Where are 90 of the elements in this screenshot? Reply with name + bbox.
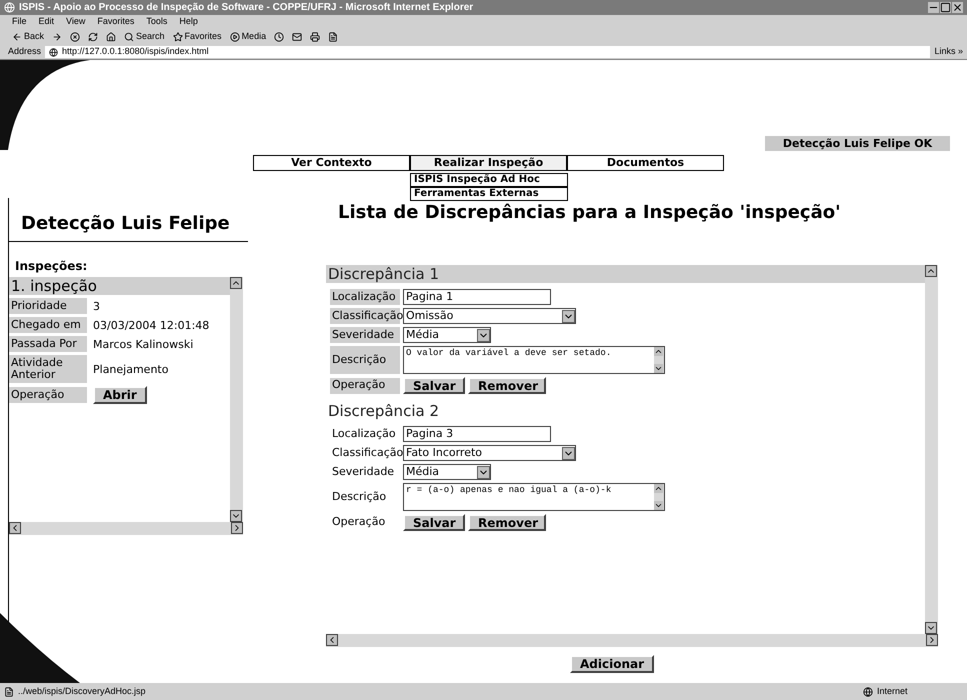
nav-menu-item[interactable]: Realizar Inspeção xyxy=(410,155,567,171)
remove-button[interactable]: Remover xyxy=(468,514,546,531)
scroll-up-icon[interactable] xyxy=(654,484,663,493)
scroll-up-icon[interactable] xyxy=(654,347,663,356)
scroll-up-icon[interactable] xyxy=(230,277,242,289)
page-icon xyxy=(4,686,14,696)
scroll-down-icon[interactable] xyxy=(654,501,663,510)
page-title: Lista de Discrepâncias para a Inspeção 'inspeção' xyxy=(338,201,842,225)
search-button[interactable]: Search xyxy=(124,30,165,44)
menu-item[interactable]: Favorites xyxy=(97,15,134,29)
dropdown[interactable]: Omissão xyxy=(403,308,576,324)
links-button[interactable]: Links » xyxy=(934,45,963,59)
vertical-scrollbar[interactable] xyxy=(925,265,938,634)
inspection-header: 1. inspeção xyxy=(9,277,230,295)
submenu-item[interactable]: Ferramentas Externas xyxy=(410,187,568,201)
dropdown[interactable]: Média xyxy=(403,464,491,480)
scroll-left-icon[interactable] xyxy=(9,522,21,534)
globe-icon xyxy=(863,686,873,696)
menu-item[interactable]: View xyxy=(66,15,86,29)
remove-button[interactable]: Remover xyxy=(468,377,546,394)
discrepancy-header: Discrepância 1 xyxy=(326,265,925,283)
zone-label: Internet xyxy=(877,684,908,698)
description-field[interactable]: r = (a-o) apenas e nao igual a (a-o)-k xyxy=(403,483,665,511)
add-button[interactable]: Adicionar xyxy=(570,655,654,673)
menu-item[interactable]: Help xyxy=(179,15,198,29)
globe-icon xyxy=(49,48,58,56)
field-value: Marcos Kalinowski xyxy=(93,338,194,350)
refresh-icon[interactable] xyxy=(88,32,98,42)
address-field[interactable]: http://127.0.0.1:8080/ispis/index.html xyxy=(45,46,930,58)
save-button[interactable]: Salvar xyxy=(403,514,465,531)
field-label: Prioridade xyxy=(9,298,87,314)
scroll-right-icon[interactable] xyxy=(926,634,938,646)
save-button[interactable]: Salvar xyxy=(403,377,465,394)
favorites-button[interactable]: Favorites xyxy=(172,30,222,44)
play-icon xyxy=(230,32,240,42)
back-button[interactable]: Back xyxy=(12,30,44,44)
stop-icon[interactable] xyxy=(70,32,80,42)
page-title: Detecção Luis Felipe xyxy=(9,210,248,242)
mail-icon[interactable] xyxy=(292,32,302,42)
field-label: Chegado em xyxy=(9,317,87,333)
close-icon[interactable] xyxy=(952,2,963,13)
print-icon[interactable] xyxy=(310,32,320,42)
edit-icon[interactable] xyxy=(328,32,338,42)
horizontal-scrollbar[interactable] xyxy=(326,634,938,647)
window-title: ISPIS - Apoio ao Processo de Inspeção de Software - COPPE/UFRJ - Microsoft Internet Explorer xyxy=(19,1,474,15)
dropdown[interactable]: Fato Incorreto xyxy=(403,445,576,461)
menu-item[interactable]: Tools xyxy=(146,15,168,29)
menu-item[interactable]: Edit xyxy=(38,15,54,29)
address-label: Address xyxy=(8,45,42,58)
scroll-left-icon[interactable] xyxy=(326,634,338,646)
field-value: 03/03/2004 12:01:48 xyxy=(93,318,210,332)
section-label: Inspeções: xyxy=(14,258,88,275)
maximize-icon[interactable] xyxy=(940,2,951,13)
field-label: Localização xyxy=(330,289,400,305)
open-button[interactable]: Abrir xyxy=(93,386,147,404)
scroll-down-icon[interactable] xyxy=(230,510,242,522)
url-text: http://127.0.0.1:8080/ispis/index.html xyxy=(62,45,209,58)
vertical-scrollbar[interactable] xyxy=(230,277,243,522)
back-arrow-icon xyxy=(12,32,22,42)
scroll-down-icon[interactable] xyxy=(925,622,937,634)
minimize-icon[interactable] xyxy=(928,2,939,13)
user-badge: Detecção Luis Felipe OK xyxy=(765,136,950,151)
status-text: ../web/ispis/DiscoveryAdHoc.jsp xyxy=(18,684,146,698)
field-label: Operação xyxy=(330,378,400,394)
dropdown[interactable]: Média xyxy=(403,327,491,343)
location-field[interactable]: Pagina 1 xyxy=(403,289,551,305)
menu-item[interactable]: File xyxy=(12,15,27,29)
field-value: Planejamento xyxy=(93,362,170,376)
horizontal-scrollbar[interactable] xyxy=(9,522,243,535)
field-label: Atividade Anterior xyxy=(9,355,87,383)
home-icon[interactable] xyxy=(106,32,116,42)
field-label: Operação xyxy=(9,387,87,403)
location-field[interactable]: Pagina 3 xyxy=(403,426,551,442)
scroll-down-icon[interactable] xyxy=(654,364,663,373)
nav-menu-item[interactable]: Ver Contexto xyxy=(253,155,410,171)
submenu-item[interactable]: ISPIS Inspeção Ad Hoc xyxy=(410,173,568,187)
app-icon xyxy=(4,2,15,13)
scroll-right-icon[interactable] xyxy=(231,522,243,534)
field-value: 3 xyxy=(93,300,101,312)
search-icon xyxy=(124,32,134,42)
history-icon[interactable] xyxy=(274,32,284,42)
description-field[interactable]: O valor da variável a deve ser setado. xyxy=(403,346,665,374)
field-label: Severidade xyxy=(330,327,400,343)
star-icon xyxy=(172,32,183,42)
scroll-up-icon[interactable] xyxy=(925,265,937,277)
media-button[interactable]: Media xyxy=(230,30,266,44)
field-label: Passada Por xyxy=(9,336,87,352)
forward-icon[interactable] xyxy=(52,32,62,42)
nav-menu-item[interactable]: Documentos xyxy=(567,155,724,171)
field-label: Descrição xyxy=(330,346,400,374)
